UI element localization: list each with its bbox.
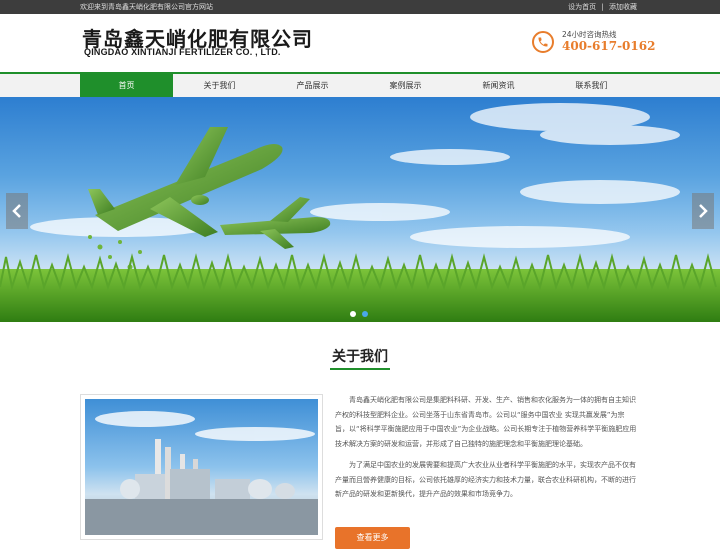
chevron-left-icon xyxy=(12,204,21,218)
nav-item-cases[interactable]: 案例展示 xyxy=(359,74,452,98)
about-description: 青岛鑫天峭化肥有限公司是集肥料科研、开发、生产、销售和农化服务为一体的拥有自主知… xyxy=(335,393,638,502)
about-paragraph-1: 青岛鑫天峭化肥有限公司是集肥料科研、开发、生产、销售和农化服务为一体的拥有自主知… xyxy=(335,396,637,448)
about-paragraph-2: 为了满足中国农业的发展需要和提高广大农业从业者科学平衡施肥的水平，实现农产品不仅… xyxy=(335,461,636,498)
hero-banner[interactable] xyxy=(0,97,720,322)
nav-item-news[interactable]: 新闻资讯 xyxy=(452,74,545,98)
set-home-link[interactable]: 设为首页 xyxy=(568,3,596,11)
main-nav: 首页 关于我们 产品展示 案例展示 新闻资讯 联系我们 xyxy=(0,74,720,98)
top-bar: 欢迎来到青岛鑫天峭化肥有限公司官方网站 设为首页 | 添加收藏 xyxy=(0,0,720,14)
banner-image xyxy=(0,103,720,322)
phone-icon xyxy=(532,31,554,53)
separator: | xyxy=(601,3,604,11)
view-more-button[interactable]: 查看更多 xyxy=(335,527,410,549)
nav-item-products[interactable]: 产品展示 xyxy=(266,74,359,98)
hotline-number: 400-617-0162 xyxy=(562,39,656,53)
banner-prev-button[interactable] xyxy=(6,193,28,229)
banner-next-button[interactable] xyxy=(692,193,714,229)
slide-dot-2[interactable] xyxy=(362,311,368,317)
factory-image xyxy=(85,411,318,535)
welcome-text: 欢迎来到青岛鑫天峭化肥有限公司官方网站 xyxy=(80,3,213,11)
site-header: 青岛鑫天峭化肥有限公司 QINGDAO XINTIANJI FERTILIZER… xyxy=(0,14,720,72)
logo-english[interactable]: QINGDAO XINTIANJI FERTILIZER CO. , LTD. xyxy=(84,47,281,57)
slide-dot-1[interactable] xyxy=(350,311,356,317)
nav-item-home[interactable]: 首页 xyxy=(80,74,173,98)
chevron-right-icon xyxy=(699,204,708,218)
nav-item-contact[interactable]: 联系我们 xyxy=(545,74,638,98)
add-favorite-link[interactable]: 添加收藏 xyxy=(609,3,637,11)
about-section-title: 关于我们 xyxy=(332,349,388,365)
about-image xyxy=(80,394,323,540)
top-links: 设为首页 | 添加收藏 xyxy=(568,0,637,14)
title-underline xyxy=(330,368,390,370)
nav-item-about[interactable]: 关于我们 xyxy=(173,74,266,98)
slide-indicators xyxy=(350,311,368,317)
